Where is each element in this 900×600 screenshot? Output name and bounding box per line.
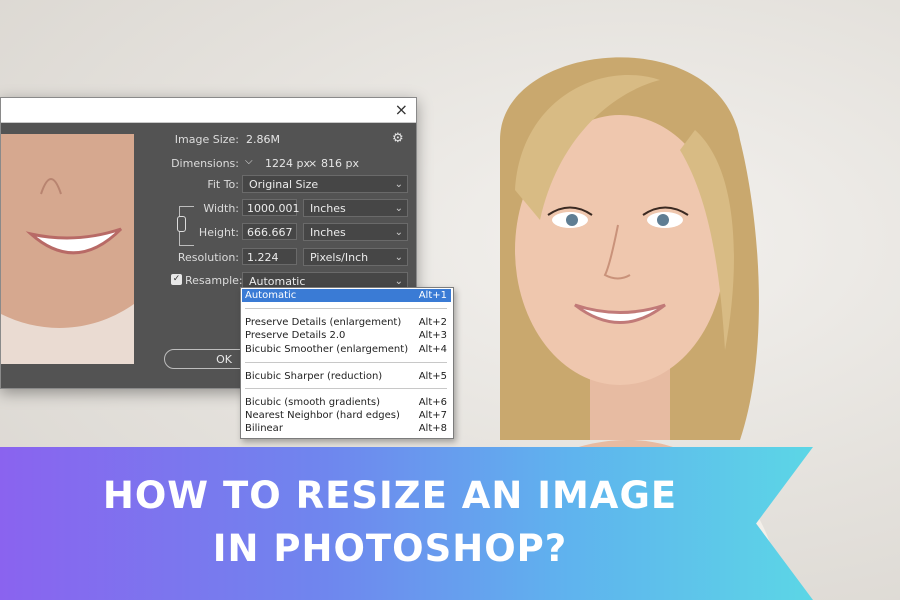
height-label: Height: (198, 226, 239, 239)
menu-item-shortcut: Alt+2 (418, 317, 447, 328)
chevron-down-icon: ⌄ (394, 179, 403, 190)
fit-to-value: Original Size (249, 178, 319, 191)
menu-item-label: Preserve Details (enlargement) (245, 317, 402, 328)
chevron-down-icon: ⌄ (394, 227, 403, 238)
dimensions-label: Dimensions: (171, 157, 239, 170)
menu-item-shortcut: Alt+8 (418, 423, 447, 434)
dialog-titlebar: × (1, 98, 416, 123)
chevron-down-icon: ⌄ (394, 203, 403, 214)
menu-item-label: Nearest Neighbor (hard edges) (245, 410, 400, 421)
height-unit-value: Inches (310, 226, 346, 239)
resample-label: Resample: (185, 274, 243, 287)
menu-item-preserve-details[interactable]: Preserve Details (enlargement) Alt+2 (242, 316, 451, 329)
menu-item-bicubic[interactable]: Bicubic (smooth gradients) Alt+6 (242, 396, 451, 409)
menu-item-label: Bicubic Sharper (reduction) (245, 371, 383, 382)
dimensions-height: 816 px (321, 157, 359, 170)
menu-item-shortcut: Alt+1 (418, 290, 447, 301)
chevron-down-icon: ⌄ (394, 252, 403, 263)
resample-menu: Automatic Alt+1 Preserve Details (enlarg… (240, 287, 454, 439)
menu-item-label: Bilinear (245, 423, 283, 434)
image-size-label: Image Size: (174, 133, 239, 146)
menu-item-label: Bicubic (smooth gradients) (245, 397, 381, 408)
menu-item-label: Automatic (245, 290, 297, 301)
resolution-unit-value: Pixels/Inch (310, 251, 369, 264)
menu-separator (245, 362, 447, 363)
menu-item-bicubic-smoother[interactable]: Bicubic Smoother (enlargement) Alt+4 (242, 343, 451, 356)
menu-item-preserve-details-2[interactable]: Preserve Details 2.0 Alt+3 (242, 329, 451, 342)
width-input[interactable]: 1000.001 (242, 199, 300, 216)
height-unit-select[interactable]: Inches ⌄ (303, 223, 408, 241)
menu-item-shortcut: Alt+4 (418, 344, 447, 355)
width-unit-value: Inches (310, 202, 346, 215)
menu-item-shortcut: Alt+7 (418, 410, 447, 421)
menu-item-shortcut: Alt+6 (418, 397, 447, 408)
preview-face-crop (1, 134, 134, 364)
fit-to-label: Fit To: (207, 178, 239, 191)
resample-checkbox[interactable]: ✓ (171, 274, 182, 285)
menu-item-label: Bicubic Smoother (enlargement) (245, 344, 409, 355)
menu-item-nearest-neighbor[interactable]: Nearest Neighbor (hard edges) Alt+7 (242, 409, 451, 422)
resolution-unit-select[interactable]: Pixels/Inch ⌄ (303, 248, 408, 266)
image-preview (1, 134, 134, 364)
menu-item-automatic[interactable]: Automatic Alt+1 (242, 289, 451, 302)
gear-icon[interactable]: ⚙ (392, 131, 404, 146)
menu-item-label: Preserve Details 2.0 (245, 330, 346, 341)
chevron-down-icon[interactable]: ⌵ (245, 156, 253, 167)
height-input[interactable]: 666.667 (242, 223, 297, 240)
menu-item-bilinear[interactable]: Bilinear Alt+8 (242, 422, 451, 435)
menu-item-bicubic-sharper[interactable]: Bicubic Sharper (reduction) Alt+5 (242, 370, 451, 383)
banner-title-line-2: IN PHOTOSHOP? (212, 527, 568, 570)
dimensions-times: × (308, 157, 318, 170)
menu-item-shortcut: Alt+3 (418, 330, 447, 341)
dimensions-width: 1224 px (265, 157, 310, 170)
resolution-input[interactable]: 1.224 (242, 248, 297, 265)
menu-item-shortcut: Alt+5 (418, 371, 447, 382)
menu-separator (245, 308, 447, 309)
width-unit-select[interactable]: Inches ⌄ (303, 199, 408, 217)
image-size-value: 2.86M (246, 133, 280, 146)
width-label: Width: (203, 202, 239, 215)
title-banner: HOW TO RESIZE AN IMAGE IN PHOTOSHOP? (0, 447, 813, 600)
banner-title-line-1: HOW TO RESIZE AN IMAGE (102, 474, 678, 517)
resolution-label: Resolution: (177, 251, 239, 264)
menu-separator (245, 388, 447, 389)
close-icon[interactable]: × (395, 100, 408, 119)
fit-to-select[interactable]: Original Size ⌄ (242, 175, 408, 193)
